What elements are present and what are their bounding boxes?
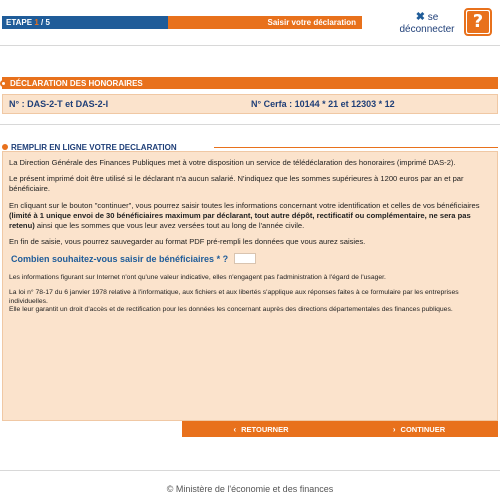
close-icon: ✖ [415, 11, 425, 23]
navigation-bar: ‹ RETOURNER › CONTINUER [182, 421, 498, 437]
step-indicator: ETAPE 1 / 5 [2, 16, 168, 29]
continue-button[interactable]: › CONTINUER [340, 421, 498, 437]
back-button[interactable]: ‹ RETOURNER [182, 421, 340, 437]
bullet-icon [0, 79, 7, 87]
section-title: DÉCLARATION DES HONORAIRES [10, 78, 143, 88]
step-label: ETAPE [6, 18, 33, 27]
continue-text: En cliquant sur le bouton "continuer", v… [9, 200, 480, 210]
law-text: La loi n° 78-17 du 6 janvier 1978 relati… [9, 289, 459, 305]
logout-label-line2: déconnecter [399, 24, 455, 35]
section-header-honoraires: DÉCLARATION DES HONORAIRES [0, 77, 498, 89]
continue-label: CONTINUER [400, 424, 446, 434]
continue-text-end: ainsi que les sommes que vous leur avez … [34, 221, 305, 231]
form-identification-row: N° : DAS-2-T et DAS-2-I N° Cerfa : 10144… [2, 94, 498, 114]
logout-label-line1: se [427, 12, 439, 23]
back-label: RETOURNER [241, 424, 289, 434]
usage-paragraph: Le présent imprimé doit être utilisé si … [9, 174, 464, 194]
current-step: 1 [34, 18, 39, 27]
bullet-icon [2, 144, 8, 150]
chevron-left-icon: ‹ [233, 424, 237, 434]
disclaimer-text: Les informations figurant sur Internet n… [9, 274, 386, 282]
pdf-paragraph: En fin de saisie, vous pourrez sauvegard… [9, 237, 366, 247]
beneficiary-count-question: Combien souhaitez-vous saisir de bénéfic… [11, 253, 491, 265]
chevron-right-icon: › [392, 424, 396, 434]
step-title: Saisir votre déclaration [168, 16, 362, 29]
footer-copyright: © Ministère de l'économie et des finance… [166, 484, 334, 494]
intro-paragraph: La Direction Générale des Finances Publi… [9, 158, 456, 167]
header-divider [0, 45, 500, 46]
instructions-panel: La Direction Générale des Finances Publi… [2, 151, 498, 421]
help-button[interactable]: ? [464, 8, 492, 36]
cerfa-number: N° Cerfa : 10144 * 21 et 12303 * 12 [251, 99, 395, 109]
help-icon: ? [467, 11, 489, 33]
form-number: N° : DAS-2-T et DAS-2-I [9, 99, 109, 109]
rights-text: Elle leur garantit un droit d'accès et d… [9, 306, 453, 314]
question-label: Combien souhaitez-vous saisir de bénéfic… [11, 253, 229, 264]
beneficiary-count-input[interactable] [234, 253, 257, 265]
section-divider [0, 124, 500, 125]
step-progress-bar: ETAPE 1 / 5 Saisir votre déclaration [2, 16, 362, 29]
section-rule [214, 147, 498, 148]
total-steps: / 5 [41, 18, 50, 27]
footer-divider [0, 470, 500, 471]
continue-paragraph: En cliquant sur le bouton "continuer", v… [9, 201, 491, 232]
logout-link[interactable]: ✖ se déconnecter [394, 11, 460, 36]
